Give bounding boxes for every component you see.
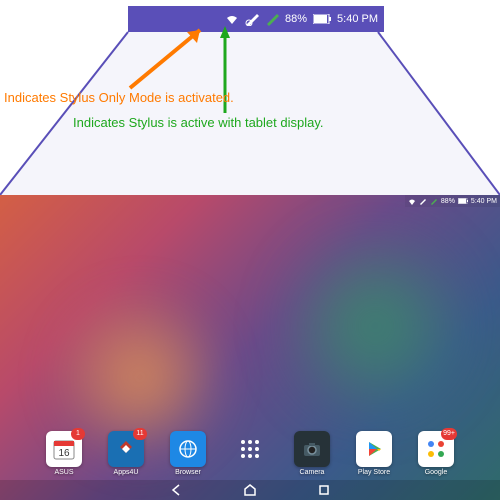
battery-percent: 88% [285, 13, 307, 25]
tablet-status-bar: 88% 5:40 PM [405, 195, 500, 207]
badge: 11 [133, 428, 147, 440]
status-time: 5:40 PM [337, 13, 378, 25]
zoomed-status-bar: 88% 5:40 PM [128, 6, 384, 32]
stylus-only-icon [419, 197, 427, 205]
app-dock: 16 1 ASUS 11 Apps4U Browser [0, 431, 500, 476]
battery-icon [313, 14, 331, 24]
stylus-active-icon [265, 12, 279, 26]
badge: 1 [71, 428, 85, 440]
app-browser[interactable]: Browser [167, 431, 209, 476]
wallpaper-blob [275, 226, 475, 426]
calendar-icon: 16 [52, 437, 76, 461]
annotation-stylus-only: Indicates Stylus Only Mode is activated. [4, 90, 234, 105]
app-label: Play Store [358, 469, 390, 476]
globe-icon [177, 438, 199, 460]
app-label: Browser [175, 469, 201, 476]
status-time-small: 5:40 PM [471, 198, 497, 205]
wifi-icon [408, 198, 416, 205]
battery-icon [458, 198, 468, 204]
app-drawer-icon [238, 437, 262, 461]
back-button[interactable] [169, 483, 183, 497]
app-drawer-button[interactable] [229, 431, 271, 476]
stylus-active-icon [430, 197, 438, 205]
camera-icon [301, 438, 323, 460]
apps4u-icon [115, 438, 137, 460]
annotation-stylus-active: Indicates Stylus is active with tablet d… [73, 115, 324, 130]
nav-bar [0, 480, 500, 500]
app-apps4u[interactable]: 11 Apps4U [105, 431, 147, 476]
battery-percent-small: 88% [441, 198, 455, 205]
wifi-icon [225, 13, 239, 25]
app-label: Apps4U [114, 469, 139, 476]
recents-button[interactable] [317, 483, 331, 497]
stylus-only-icon [245, 12, 259, 26]
play-store-icon [363, 438, 385, 460]
app-label: ASUS [54, 469, 73, 476]
app-label: Camera [300, 469, 325, 476]
tablet-home-screen: 88% 5:40 PM 16 1 ASUS 11 Apps4U Browser [0, 195, 500, 500]
svg-text:16: 16 [58, 448, 70, 459]
app-google[interactable]: 99+ Google [415, 431, 457, 476]
google-folder-icon [424, 437, 448, 461]
app-asus[interactable]: 16 1 ASUS [43, 431, 85, 476]
app-label: Google [425, 469, 448, 476]
app-camera[interactable]: Camera [291, 431, 333, 476]
home-button[interactable] [243, 483, 257, 497]
app-play-store[interactable]: Play Store [353, 431, 395, 476]
badge: 99+ [441, 428, 457, 440]
